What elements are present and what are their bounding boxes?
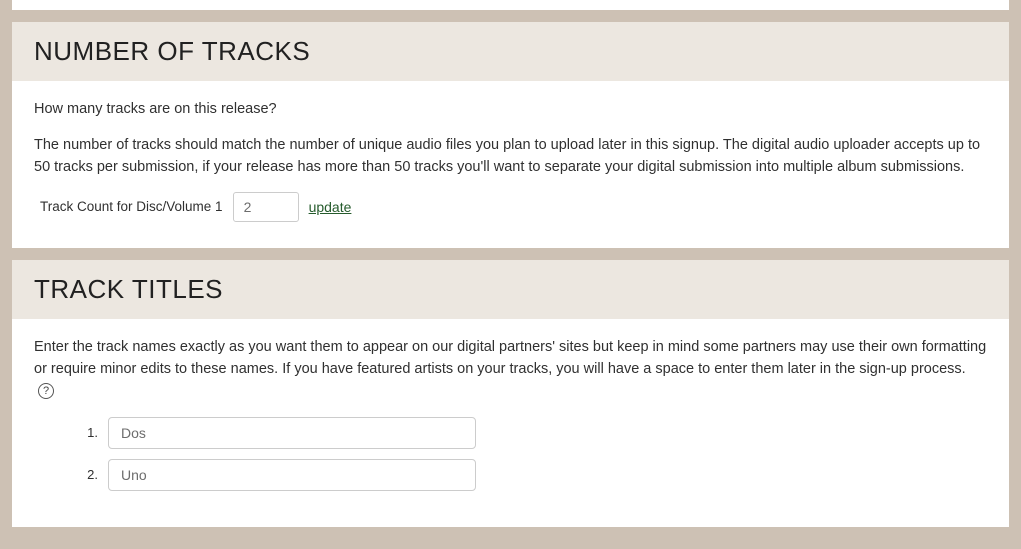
section-header-track-titles: Track Titles [12,260,1009,319]
track-list: 1. 2. [74,417,987,491]
track-number: 2. [74,465,98,485]
list-item: 2. [74,459,987,491]
list-item: 1. [74,417,987,449]
top-edge-card [12,0,1009,10]
track-number: 1. [74,423,98,443]
question-text: How many tracks are on this release? [34,99,987,121]
track-title-input[interactable] [108,417,476,449]
description-text: Enter the track names exactly as you wan… [34,337,987,402]
track-titles-card: Track Titles Enter the track names exact… [12,260,1009,526]
track-count-row: Track Count for Disc/Volume 1 update [40,192,987,222]
track-title-input[interactable] [108,459,476,491]
track-count-label: Track Count for Disc/Volume 1 [40,197,223,217]
help-icon[interactable]: ? [38,383,54,399]
section-title: Track Titles [34,274,987,305]
section-title: Number of Tracks [34,36,987,67]
number-of-tracks-card: Number of Tracks How many tracks are on … [12,22,1009,248]
track-count-input[interactable] [233,192,299,222]
description-text: The number of tracks should match the nu… [34,135,987,179]
section-header-number-of-tracks: Number of Tracks [12,22,1009,81]
page-container: Number of Tracks How many tracks are on … [0,0,1021,527]
update-link[interactable]: update [309,197,352,218]
